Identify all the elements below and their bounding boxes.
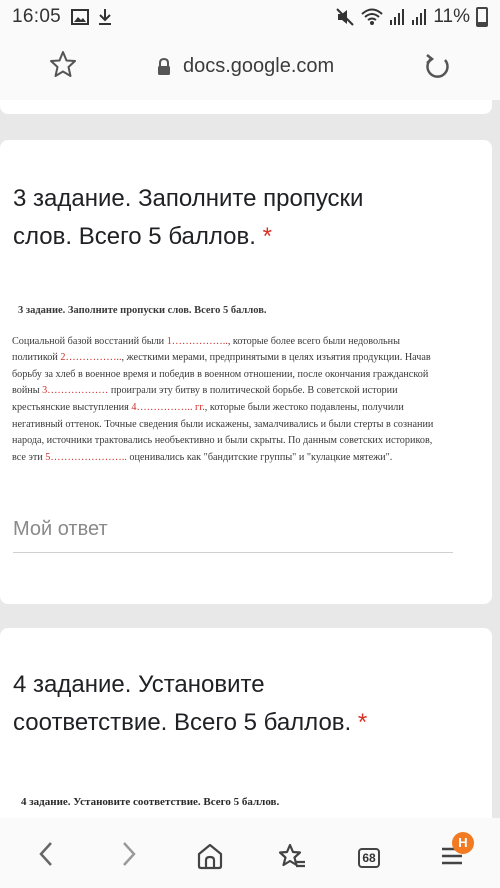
wifi-icon [361, 8, 384, 25]
required-asterisk: * [262, 223, 272, 250]
lock-icon [158, 57, 170, 75]
url-text[interactable]: docs.google.com [183, 55, 334, 78]
scan-line: борьбу за хлеб в военное время и победив… [12, 368, 429, 380]
question-title-text: слов. Всего 5 баллов. [13, 223, 256, 250]
question-title-text: соответствие. Всего 5 баллов. [13, 709, 352, 736]
battery-icon [476, 7, 488, 27]
form-content[interactable]: 3 задание. Заполните пропуски слов. Всег… [0, 100, 500, 818]
scan-heading: 4 задание. Установите соответствие. Всег… [21, 796, 280, 808]
reload-icon[interactable] [423, 52, 451, 82]
scan-line: Социальной базой восстаний были 1……………..… [12, 335, 400, 347]
home-button[interactable] [188, 834, 232, 878]
bookmarks-button[interactable] [270, 834, 314, 878]
mute-icon [336, 8, 355, 26]
chevron-left-icon [39, 842, 52, 866]
home-icon [197, 843, 223, 870]
download-icon [99, 9, 112, 25]
question-card-3: 3 задание. Заполните пропуски слов. Всег… [0, 140, 492, 604]
notification-badge: H [452, 832, 474, 854]
question-title-line1: 3 задание. Заполните пропуски [13, 185, 364, 212]
scan-line: народа, источники трактовались необъекти… [12, 435, 433, 447]
answer-input[interactable]: Мой ответ [13, 518, 108, 541]
scan-line: крестьянские выступления 4…………….. гг., к… [12, 401, 404, 413]
answer-underline [13, 552, 453, 553]
status-time: 16:05 [12, 6, 62, 27]
question-title-line1: 4 задание. Установите [13, 671, 265, 698]
gallery-icon [71, 9, 90, 25]
question-card-4: 4 задание. Установите соответствие. Всег… [0, 628, 492, 818]
back-button[interactable] [24, 832, 68, 876]
question-title-line2: слов. Всего 5 баллов. * [13, 218, 272, 256]
scan-line: все эти 5………………….. оценивались как "банд… [12, 451, 393, 463]
chevron-right-icon [123, 842, 136, 866]
browser-nav-bar [0, 818, 500, 888]
question-image: 3 задание. Заполните пропуски слов. Всег… [12, 303, 460, 466]
scan-heading: 3 задание. Заполните пропуски слов. Всег… [18, 305, 267, 316]
tabs-button[interactable]: 68 [358, 848, 380, 868]
previous-question-card [0, 100, 492, 114]
scan-line: политикой 2…………….., жесткими мерами, пре… [12, 352, 431, 364]
signal-icon-2 [412, 9, 427, 25]
scan-line: войны 3……………… проиграли эту битву в поли… [12, 385, 398, 397]
battery-percent: 11% [433, 6, 470, 27]
status-bar: 16:05 11% [0, 0, 500, 34]
scan-line: негативный оттенок. Точные сведения были… [12, 418, 434, 430]
question-title-line2: соответствие. Всего 5 баллов. * [13, 704, 367, 742]
bookmarks-star-icon [278, 843, 305, 868]
bookmark-star-icon[interactable] [49, 50, 77, 78]
signal-icon [390, 9, 405, 25]
required-asterisk: * [357, 709, 368, 736]
forward-button[interactable] [107, 832, 151, 876]
